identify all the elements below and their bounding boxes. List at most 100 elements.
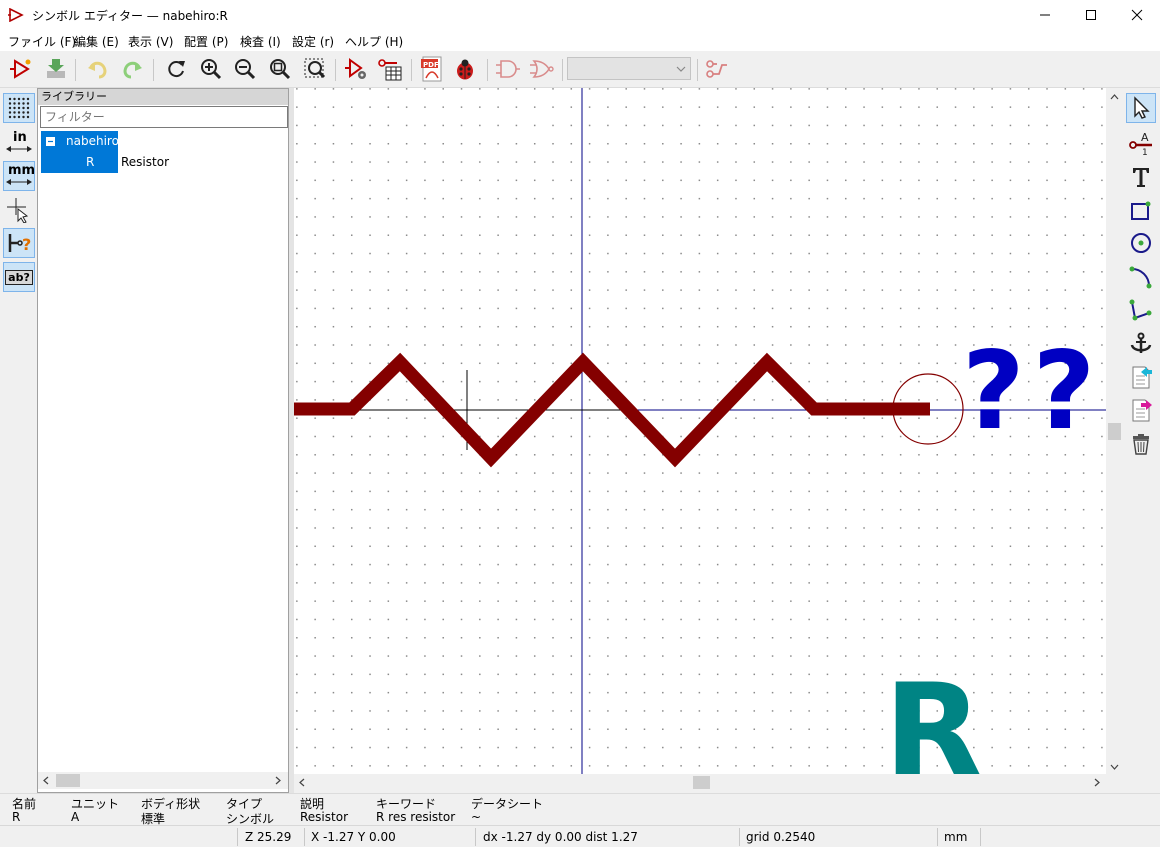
pdf-icon xyxy=(421,56,442,82)
show-pin-electrical-type-button[interactable]: ? xyxy=(3,228,35,258)
add-circle-button[interactable] xyxy=(1126,228,1156,258)
menu-file[interactable]: ファイル (F) xyxy=(8,33,76,50)
set-anchor-button[interactable] xyxy=(1126,329,1156,359)
zoom-in-button[interactable] xyxy=(197,55,225,83)
zoom-selection-button[interactable] xyxy=(301,55,329,83)
delete-tool-button[interactable] xyxy=(1126,429,1156,459)
anchor-icon xyxy=(1130,332,1152,353)
ladybug-icon xyxy=(457,59,473,80)
export-icon xyxy=(1132,399,1152,422)
info-value-name: R xyxy=(12,810,21,824)
menu-preferences[interactable]: 設定 (r) xyxy=(292,33,334,50)
chevron-down-icon xyxy=(676,66,686,72)
value-field[interactable]: R xyxy=(884,668,983,775)
zoom-out-icon xyxy=(235,59,256,80)
check-symbol-button[interactable] xyxy=(451,55,479,83)
menu-place[interactable]: 配置 (P) xyxy=(184,33,228,50)
export-graphic-button[interactable] xyxy=(1126,395,1156,425)
new-symbol-button[interactable] xyxy=(6,55,34,83)
menu-bar: ファイル (F) 編集 (E) 表示 (V) 配置 (P) 検査 (I) 設定 … xyxy=(0,30,1160,51)
new-symbol-icon xyxy=(10,59,31,79)
show-pin-names-button[interactable]: ab? xyxy=(3,262,35,292)
add-polyline-button[interactable] xyxy=(1126,295,1156,325)
library-name: nabehiro xyxy=(66,134,119,148)
menu-help[interactable]: ヘルプ (H) xyxy=(345,33,403,50)
right-toolbar: A1 xyxy=(1123,88,1160,793)
menu-inspect[interactable]: 検査 (I) xyxy=(240,33,281,50)
drawing-canvas[interactable]: ?? R xyxy=(294,88,1106,774)
close-button[interactable] xyxy=(1114,0,1160,30)
inch-units-icon: in xyxy=(6,130,32,156)
library-scroll-thumb[interactable] xyxy=(56,774,80,787)
maximize-icon xyxy=(1086,10,1096,20)
save-to-library-icon xyxy=(47,59,65,78)
reference-field[interactable]: ?? xyxy=(962,338,1103,446)
tree-symbol-r[interactable]: R xyxy=(41,152,118,173)
close-icon xyxy=(1131,9,1143,21)
library-filter-input[interactable] xyxy=(40,106,288,128)
status-grid: grid 0.2540 xyxy=(746,830,816,844)
add-arc-button[interactable] xyxy=(1126,262,1156,292)
full-crosshair-button[interactable] xyxy=(3,195,35,225)
library-panel-header: ライブラリー xyxy=(38,89,288,105)
de-morgan-alternate-button[interactable] xyxy=(528,55,556,83)
scroll-right-icon xyxy=(1094,778,1100,787)
status-cursor-position: X -1.27 Y 0.00 xyxy=(311,830,396,844)
redo-icon xyxy=(123,61,142,79)
info-value-description: Resistor xyxy=(300,810,348,824)
status-bar: Z 25.29 X -1.27 Y 0.00 dx -1.27 dy 0.00 … xyxy=(0,825,1160,847)
zoom-fit-button[interactable] xyxy=(266,55,294,83)
svg-text:?: ? xyxy=(22,235,31,254)
add-rectangle-button[interactable] xyxy=(1126,195,1156,225)
save-button[interactable] xyxy=(42,55,70,83)
and-gate-icon xyxy=(496,60,520,78)
mm-units-icon: mm xyxy=(6,163,35,189)
show-in-pcb-button[interactable] xyxy=(703,55,731,83)
main-toolbar: PDF xyxy=(0,51,1160,88)
or-gate-icon xyxy=(530,60,554,78)
unit-select[interactable] xyxy=(567,57,691,80)
status-zoom: Z 25.29 xyxy=(245,830,292,844)
menu-view[interactable]: 表示 (V) xyxy=(128,33,173,50)
title-bar: シンボル エディター — nabehiro:R xyxy=(0,0,1160,30)
symbol-description: Resistor xyxy=(121,155,169,169)
symbol-properties-icon xyxy=(345,58,366,79)
info-header-datasheet: データシート xyxy=(471,797,544,811)
select-arrow-icon xyxy=(1134,96,1150,119)
zoom-selection-icon xyxy=(304,58,326,79)
scroll-right-icon xyxy=(275,776,281,785)
export-pdf-button[interactable]: PDF xyxy=(418,55,446,83)
add-pin-button[interactable]: A1 xyxy=(1126,128,1156,158)
maximize-button[interactable] xyxy=(1068,0,1114,30)
symbol-info-bar: 名前 ユニット ボディ形状 タイプ 説明 キーワード データシート R A 標準… xyxy=(0,793,1160,826)
minimize-button[interactable] xyxy=(1022,0,1068,30)
refresh-button[interactable] xyxy=(162,55,190,83)
status-units: mm xyxy=(944,830,968,844)
undo-button[interactable] xyxy=(84,55,112,83)
library-hscrollbar[interactable] xyxy=(38,772,288,789)
symbol-properties-button[interactable] xyxy=(342,55,370,83)
pin-icon: A1 xyxy=(1129,131,1152,156)
canvas-hscrollbar[interactable] xyxy=(294,774,1106,791)
select-tool-button[interactable] xyxy=(1126,93,1156,123)
canvas-vscroll-thumb[interactable] xyxy=(1108,423,1121,440)
zoom-out-button[interactable] xyxy=(231,55,259,83)
grid-toggle-button[interactable] xyxy=(3,93,35,123)
pin-table-button[interactable] xyxy=(376,55,404,83)
units-mm-button[interactable]: mm xyxy=(3,161,35,191)
import-graphic-button[interactable] xyxy=(1126,362,1156,392)
pin-type-icon: ? xyxy=(8,234,31,254)
svg-text:A: A xyxy=(1141,131,1149,144)
redo-button[interactable] xyxy=(118,55,146,83)
scroll-left-icon xyxy=(43,776,49,785)
de-morgan-standard-button[interactable] xyxy=(494,55,522,83)
canvas-vscrollbar[interactable] xyxy=(1106,88,1123,774)
units-inch-button[interactable]: in xyxy=(3,128,35,158)
canvas-hscroll-thumb[interactable] xyxy=(693,776,710,789)
menu-edit[interactable]: 編集 (E) xyxy=(74,33,119,50)
units-in-label: in xyxy=(13,130,27,145)
pin-line-icon xyxy=(706,60,727,78)
undo-icon xyxy=(88,61,107,79)
add-text-button[interactable] xyxy=(1126,162,1156,192)
tree-library-nabehiro[interactable]: nabehiro xyxy=(41,131,119,152)
